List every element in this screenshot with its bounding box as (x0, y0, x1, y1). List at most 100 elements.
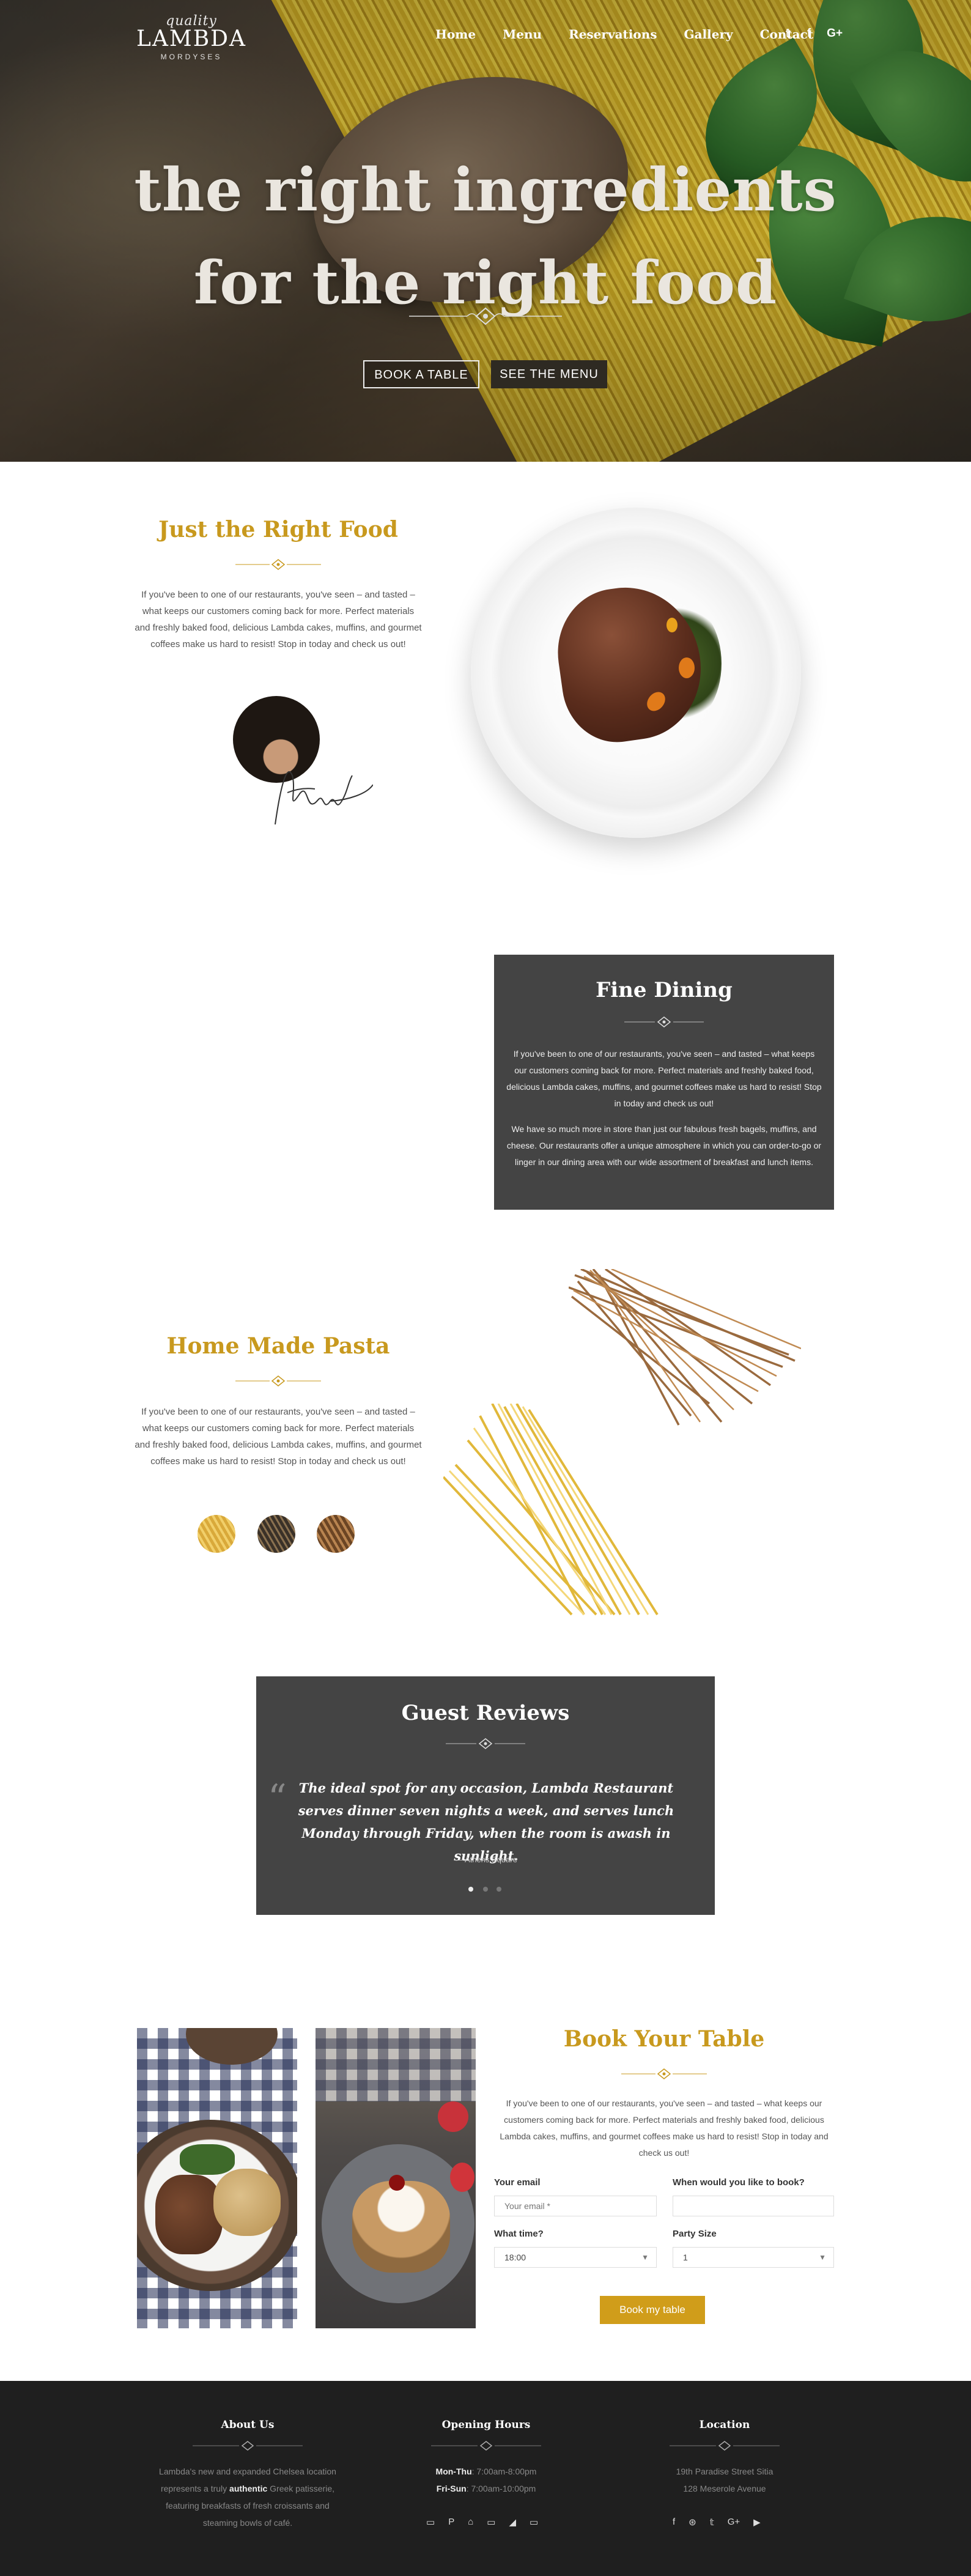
footer-hours-days: Fri-Sun (436, 2484, 467, 2493)
facebook-icon[interactable]: f (673, 2517, 675, 2528)
ornament-divider (670, 2440, 780, 2452)
google-plus-icon[interactable]: G+ (728, 2517, 740, 2528)
fine-dining-box: Fine Dining If you've been to one of our… (494, 955, 834, 1210)
party-size-label: Party Size (673, 2229, 717, 2239)
footer-about-bold: authentic (229, 2484, 268, 2493)
email-label: Your email (494, 2177, 541, 2188)
footer-about-text: Lambda's new and expanded Chelsea locati… (135, 2463, 361, 2531)
hero-title-line1: the right ingredients (134, 155, 837, 224)
email-input[interactable] (494, 2196, 657, 2216)
fine-dining-text-1: If you've been to one of our restaurants… (506, 1049, 822, 1108)
pasta-swatch-brown[interactable] (317, 1515, 355, 1553)
photo-tablecloth (316, 2028, 476, 2101)
photo-strawberry (438, 2101, 468, 2132)
ornament-divider (431, 2440, 541, 2452)
photo-granola (352, 2181, 450, 2273)
twitter-icon[interactable]: 𝕥 (786, 27, 791, 41)
footer-about-line: featuring breakfasts of fresh croissants… (166, 2501, 330, 2511)
book-my-table-button[interactable]: Book my table (600, 2296, 705, 2324)
dessert-photo (316, 2028, 476, 2328)
spaghetti-image (443, 1404, 659, 1616)
facebook-icon[interactable]: f (807, 27, 811, 41)
intro-title: Just the Right Food (158, 517, 398, 542)
footer-hours-line: Mon-Thu: 7:00am-8:00pm (391, 2463, 581, 2480)
foursquare-icon: ◢ (509, 2517, 516, 2528)
date-input[interactable] (673, 2196, 834, 2216)
carousel-dot[interactable] (483, 1887, 488, 1892)
pasta-swatch-dark[interactable] (257, 1515, 295, 1553)
nav-gallery[interactable]: Gallery (684, 27, 733, 45)
ornament-divider (624, 1016, 704, 1028)
fine-dining-title: Fine Dining (596, 978, 733, 1002)
hero-section: quality LAMBDA MORDYSES Home Menu Reserv… (0, 0, 971, 462)
photo-rice (213, 2169, 281, 2236)
plate-carrot (679, 657, 695, 678)
book-title: Book Your Table (563, 2026, 765, 2052)
review-quote: The ideal spot for any occasion, Lambda … (298, 1780, 674, 1864)
time-select-value: 18:00 (504, 2252, 526, 2262)
party-size-value: 1 (683, 2252, 688, 2262)
reviews-title: Guest Reviews (401, 1701, 570, 1725)
cc-visa-icon: ▭ (426, 2517, 435, 2528)
fine-dining-text-2: We have so much more in store than just … (506, 1124, 822, 1167)
book-a-table-button[interactable]: BOOK A TABLE (363, 360, 479, 388)
twitter-icon[interactable]: 𝕥 (710, 2517, 714, 2528)
header-social: 𝕥 f G+ (786, 27, 843, 41)
logo[interactable]: quality LAMBDA MORDYSES (133, 13, 249, 72)
footer-about-text-part: represents a truly (160, 2484, 230, 2493)
photo-bowl (186, 2028, 278, 2065)
footer-about-text-part: Greek patisserie, (267, 2484, 334, 2493)
time-select[interactable]: 18:00 ▼ (494, 2247, 657, 2268)
ornament-divider (235, 1375, 321, 1387)
party-size-select[interactable]: 1 ▼ (673, 2247, 834, 2268)
google-plus-icon[interactable]: G+ (827, 27, 843, 41)
footer-location-line: 19th Paradise Street Sitia (676, 2467, 773, 2476)
ornament-divider (621, 2068, 707, 2080)
footer-about-line: Lambda's new and expanded Chelsea locati… (159, 2467, 336, 2476)
logo-subtitle: MORDYSES (160, 53, 223, 61)
pasta-title: Home Made Pasta (166, 1333, 390, 1359)
bank-icon: ⌂ (468, 2517, 474, 2527)
nav-home[interactable]: Home (435, 27, 476, 45)
photo-greens (180, 2144, 235, 2175)
photo-meat (155, 2175, 223, 2254)
credit-card-icon: ▭ (530, 2517, 539, 2528)
footer-social-icons: f ⊛ 𝕥 G+ ▶ (673, 2517, 761, 2528)
carousel-dot-active[interactable] (468, 1887, 473, 1892)
chevron-down-icon: ▼ (641, 2253, 649, 2262)
plate-carrot (666, 618, 677, 632)
time-label: What time? (494, 2229, 544, 2239)
pinterest-icon[interactable]: ⊛ (689, 2517, 696, 2528)
footer-location-title: Location (699, 2419, 750, 2431)
payment-icons: ▭ P ⌂ ▭ ◢ ▭ (426, 2517, 538, 2528)
footer-hours-text: Mon-Thu: 7:00am-8:00pm Fri-Sun: 7:00am-1… (391, 2463, 581, 2497)
pasta-swatch-yellow[interactable] (198, 1515, 235, 1553)
youtube-icon[interactable]: ▶ (753, 2517, 761, 2528)
intro-text: If you've been to one of our restaurants… (135, 590, 422, 650)
ornament-divider (235, 558, 321, 571)
footer-location-line: 128 Meserole Avenue (683, 2484, 766, 2493)
nav-reservations[interactable]: Reservations (569, 27, 657, 45)
photo-cherry (389, 2175, 405, 2191)
footer-hours-days: Mon-Thu (435, 2467, 472, 2476)
card-icon: ▭ (487, 2517, 496, 2528)
footer-location-text: 19th Paradise Street Sitia 128 Meserole … (630, 2463, 819, 2497)
carousel-dot[interactable] (497, 1887, 501, 1892)
ornament-divider (409, 306, 562, 327)
footer-hours-line: Fri-Sun: 7:00am-10:00pm (391, 2480, 581, 2497)
paypal-icon: P (448, 2517, 455, 2527)
ornament-divider (193, 2440, 303, 2452)
footer-about-line: represents a truly authentic Greek patis… (135, 2480, 361, 2497)
logo-wordmark: LAMBDA (136, 26, 247, 51)
date-label: When would you like to book? (673, 2177, 805, 2188)
chevron-down-icon: ▼ (819, 2253, 826, 2262)
signature-image (275, 771, 373, 825)
nav-menu[interactable]: Menu (503, 27, 542, 45)
see-the-menu-button[interactable]: SEE THE MENU (491, 360, 607, 388)
hero-title: the right ingredients for the right food (0, 144, 971, 330)
photo-strawberry (450, 2163, 474, 2192)
footer-hours-title: Opening Hours (441, 2419, 531, 2431)
logo-tagline: quality (166, 13, 217, 29)
review-author: — Athens Square (455, 1855, 517, 1864)
footer-about-title: About Us (221, 2419, 275, 2431)
